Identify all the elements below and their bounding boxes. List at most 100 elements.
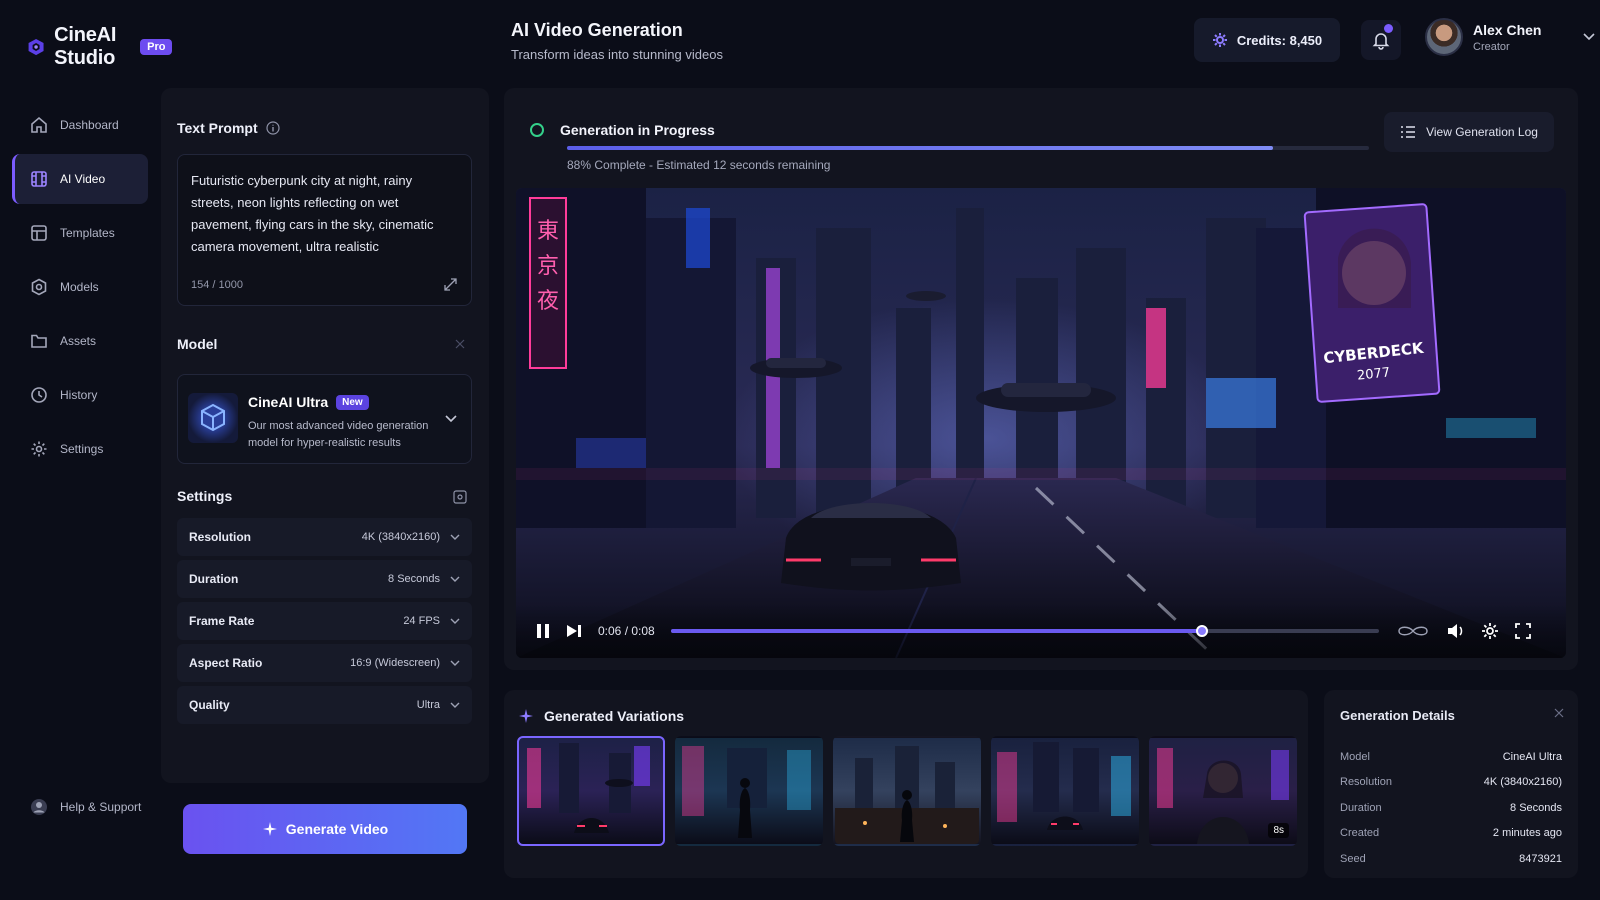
page-title: AI Video Generation [511,20,683,40]
setting-value: 4K (3840x2160) [361,531,440,543]
sidebar-item-history[interactable]: History [12,370,148,420]
video-scrubber-fill [670,629,1202,633]
detail-key: Resolution [1340,776,1392,789]
variation-thumbnail[interactable]: 8s [1149,736,1297,846]
help-user-icon [31,799,47,815]
chevron-down-icon [450,618,460,624]
details-title: Generation Details [1340,708,1455,723]
details-list: Model CineAI Ultra Resolution 4K (3840x216… [1340,744,1562,872]
generation-progress-text: 88% Complete - Estimated 12 seconds rema… [567,158,831,172]
variation-thumbnail[interactable] [675,736,823,846]
chevron-down-icon[interactable] [1583,33,1596,41]
pause-icon[interactable] [536,623,550,639]
setting-resolution[interactable]: Resolution 4K (3840x2160) [177,518,472,556]
setting-value: Ultra [416,699,440,711]
setting-aspect-ratio[interactable]: Aspect Ratio 16:9 (Widescreen) [177,644,472,682]
pro-badge: Pro [140,39,173,55]
video-scrubber-handle[interactable] [1195,625,1208,637]
folder-icon [31,334,47,348]
sidebar-item-label: Dashboard [60,118,119,132]
collapse-icon[interactable] [1554,708,1564,718]
sidebar-item-dashboard[interactable]: Dashboard [12,100,148,150]
variation-thumbnail[interactable] [991,736,1139,846]
credits-button[interactable]: Credits: 8,450 [1194,18,1340,62]
video-player[interactable]: 東 京 夜 CYBERDECK 2077 0:06 / 0:08 [516,188,1566,658]
sidebar: CineAI Studio Pro Dashboard AI Video Tem… [0,0,173,900]
variation-thumbnail[interactable] [833,736,981,846]
app-name: CineAI Studio [54,24,117,69]
view-log-button[interactable]: View Generation Log [1384,112,1554,152]
view-log-label: View Generation Log [1426,125,1538,139]
video-controls: 0:06 / 0:08 [516,604,1566,658]
sidebar-item-assets[interactable]: Assets [12,316,148,366]
clock-icon [31,387,47,403]
prompt-input[interactable]: Futuristic cyberpunk city at night, rain… [177,154,472,306]
page-subtitle: Transform ideas into stunning videos [511,47,723,62]
variation-thumbnail[interactable] [517,736,665,846]
variation-thumbnails: 8s [517,736,1297,846]
status-spinner-icon [530,123,544,137]
prompt-text[interactable]: Futuristic cyberpunk city at night, rain… [191,170,458,258]
detail-value: 8 Seconds [1510,801,1562,814]
collapse-icon[interactable] [455,339,465,349]
sparkle-icon [519,709,533,723]
avatar [1425,18,1463,56]
setting-label: Resolution [189,530,251,544]
model-header: Model [177,336,217,352]
expand-icon[interactable] [444,278,457,291]
setting-label: Frame Rate [189,614,255,628]
sidebar-item-settings[interactable]: Settings [12,424,148,474]
setting-duration[interactable]: Duration 8 Seconds [177,560,472,598]
model-description: Our most advanced video generation model… [248,420,429,449]
model-name: CineAI Ultra [248,394,329,410]
setting-label: Duration [189,572,239,586]
setting-label: Quality [189,698,230,712]
chevron-down-icon[interactable] [445,415,457,423]
video-panel: Generation in Progress 88% Complete - Es… [504,88,1578,670]
app-logo[interactable]: CineAI Studio Pro [28,24,173,70]
setting-quality[interactable]: Quality Ultra [177,686,472,724]
notification-dot [1384,24,1393,33]
svg-text:東: 東 [537,219,559,244]
generate-label: Generate Video [285,821,389,837]
prompt-header: Text Prompt [177,120,280,136]
credits-gear-icon [1212,33,1227,47]
help-label: Help & Support [60,800,142,814]
user-role: Creator [1473,40,1510,53]
gear-icon [31,441,47,457]
setting-label: Aspect Ratio [189,656,263,670]
chevron-down-icon [450,702,460,708]
help-support-link[interactable]: Help & Support [30,798,141,816]
sidebar-item-label: History [60,388,98,402]
generation-status: Generation in Progress [530,122,715,138]
adjust-icon[interactable] [453,490,467,504]
model-selector[interactable]: CineAI Ultra New Our most advanced video… [177,374,472,464]
sidebar-item-label: AI Video [60,172,106,186]
setting-frame-rate[interactable]: Frame Rate 24 FPS [177,602,472,640]
detail-key: Seed [1340,852,1366,865]
user-menu[interactable]: Alex Chen Creator [1425,18,1596,56]
loop-icon[interactable] [1395,624,1431,638]
skip-forward-icon[interactable] [566,624,582,638]
model-title: Model [177,336,218,352]
volume-icon[interactable] [1447,623,1465,639]
list-icon [1401,126,1416,138]
generate-video-button[interactable]: Generate Video [183,804,467,854]
setting-value: 8 Seconds [388,573,440,585]
info-icon[interactable] [266,121,280,135]
model-name-row: CineAI Ultra New [248,394,369,410]
setting-value: 16:9 (Widescreen) [350,657,440,669]
video-scrubber[interactable] [670,625,1379,637]
chevron-down-icon [450,534,460,540]
detail-value: 2 minutes ago [1492,827,1562,840]
video-time: 0:06 / 0:08 [598,624,655,638]
sidebar-item-ai-video[interactable]: AI Video [12,154,148,204]
svg-text:京: 京 [537,254,559,279]
variations-header: Generated Variations [518,708,684,724]
sidebar-item-models[interactable]: Models [12,262,148,312]
notifications-button[interactable] [1361,20,1401,60]
sidebar-item-templates[interactable]: Templates [12,208,148,258]
fullscreen-icon[interactable] [1514,623,1531,639]
details-panel: Generation Details Model CineAI Ultra Res… [1324,690,1578,878]
gear-icon[interactable] [1481,622,1499,640]
